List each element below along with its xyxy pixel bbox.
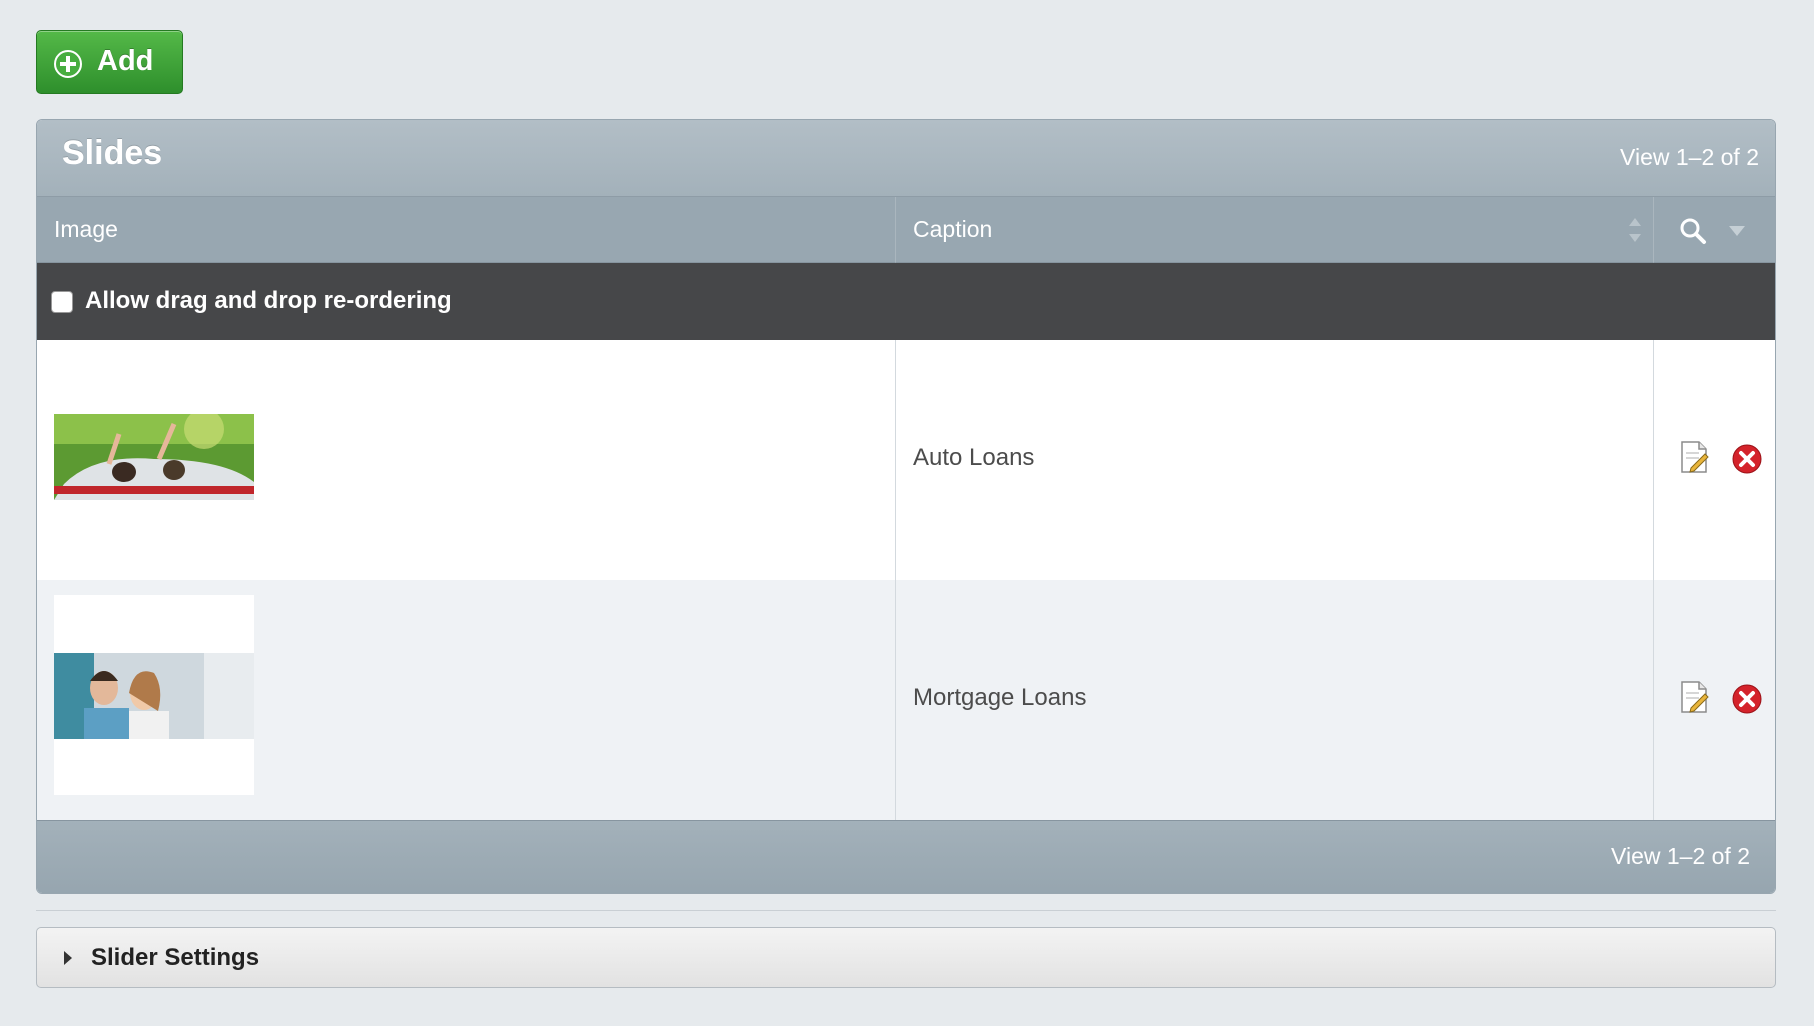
- slide-thumbnail: [54, 595, 254, 795]
- slider-settings-label: Slider Settings: [91, 944, 260, 971]
- slide-thumbnail: [54, 414, 254, 500]
- caption-text: Mortgage Loans: [913, 684, 1087, 711]
- add-button-label: Add: [97, 45, 154, 77]
- plus-circle-icon: [54, 50, 82, 78]
- column-header-caption[interactable]: Caption: [896, 197, 1654, 263]
- caption-cell: Mortgage Loans: [896, 580, 1654, 820]
- add-button[interactable]: Add: [36, 30, 183, 94]
- divider: [36, 910, 1776, 911]
- column-header-image-label: Image: [54, 216, 118, 242]
- column-header-actions: [1654, 197, 1775, 263]
- slides-grid: Slides View 1–2 of 2 Image Caption Allow…: [36, 119, 1776, 894]
- table-row[interactable]: Mortgage Loans: [37, 580, 1775, 820]
- edit-icon[interactable]: [1679, 680, 1709, 714]
- caption-cell: Auto Loans: [896, 340, 1654, 580]
- table-row[interactable]: Auto Loans: [37, 340, 1775, 580]
- grid-footer: View 1–2 of 2: [37, 820, 1775, 893]
- footer-view-count: View 1–2 of 2: [1611, 843, 1750, 869]
- view-count: View 1–2 of 2: [1620, 144, 1759, 170]
- actions-cell: [1654, 580, 1775, 820]
- image-cell: [37, 340, 896, 580]
- caption-text: Auto Loans: [913, 444, 1035, 471]
- column-header-image[interactable]: Image: [37, 197, 896, 263]
- grid-title-bar: Slides View 1–2 of 2: [37, 120, 1775, 197]
- drag-drop-bar: Allow drag and drop re-ordering: [37, 263, 1775, 340]
- delete-icon[interactable]: [1732, 444, 1762, 474]
- search-icon[interactable]: [1679, 217, 1707, 245]
- slider-settings-panel[interactable]: Slider Settings: [36, 927, 1776, 988]
- column-header-caption-label: Caption: [913, 216, 993, 242]
- edit-icon[interactable]: [1679, 440, 1709, 474]
- delete-icon[interactable]: [1732, 684, 1762, 714]
- actions-cell: [1654, 340, 1775, 580]
- grid-title: Slides: [62, 134, 163, 172]
- image-cell: [37, 580, 896, 820]
- chevron-down-icon[interactable]: [1729, 226, 1745, 236]
- sort-arrows-icon[interactable]: [1627, 215, 1643, 245]
- drag-drop-checkbox[interactable]: [51, 291, 73, 313]
- expand-arrow-icon: [64, 951, 72, 965]
- drag-drop-label: Allow drag and drop re-ordering: [85, 287, 452, 314]
